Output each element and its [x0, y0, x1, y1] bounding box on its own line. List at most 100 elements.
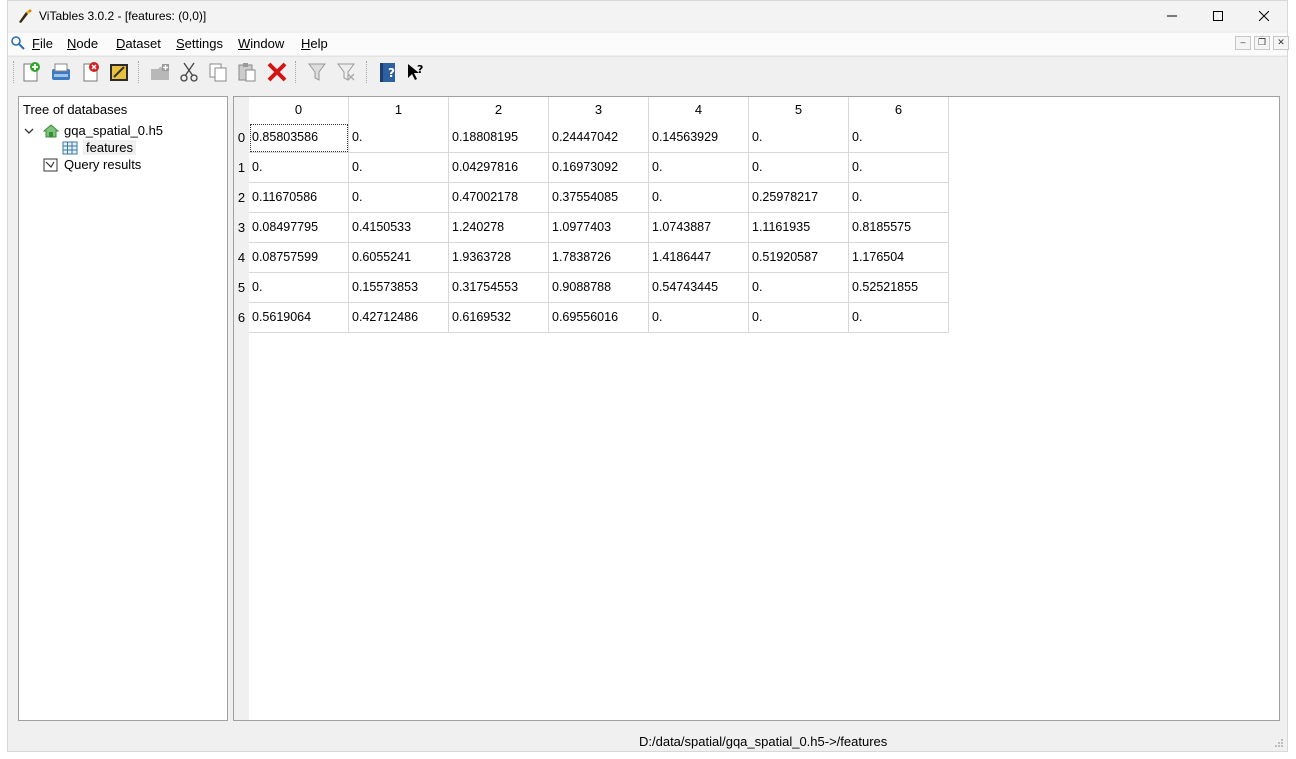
- table-cell[interactable]: 0.: [849, 303, 949, 333]
- table-cell[interactable]: 1.4186447: [649, 243, 749, 273]
- table-cell[interactable]: 0.: [249, 153, 349, 183]
- delete-queries-button[interactable]: [334, 60, 358, 84]
- table-cell[interactable]: 0.: [749, 153, 849, 183]
- table-cell[interactable]: 1.1161935: [749, 213, 849, 243]
- column-header-cell[interactable]: 0: [249, 97, 349, 123]
- column-header-cell[interactable]: 4: [649, 97, 749, 123]
- subwindow-minimize-button[interactable]: –: [1235, 36, 1251, 50]
- table-cell[interactable]: 0.5619064: [249, 303, 349, 333]
- column-header-cell[interactable]: 2: [449, 97, 549, 123]
- open-file-button[interactable]: [49, 60, 73, 84]
- table-cell[interactable]: 0.: [349, 123, 449, 153]
- table-cell[interactable]: 0.47002178: [449, 183, 549, 213]
- close-button[interactable]: [1241, 1, 1287, 31]
- row-header-cell[interactable]: 2: [234, 183, 249, 213]
- subwindow-close-button[interactable]: ✕: [1273, 36, 1289, 50]
- new-group-button[interactable]: [148, 60, 172, 84]
- table-cell[interactable]: 0.31754553: [449, 273, 549, 303]
- table-cell[interactable]: 0.37554085: [549, 183, 649, 213]
- table-row: 2 0.11670586 0. 0.47002178 0.37554085 0. 0.259…: [234, 183, 949, 213]
- table-cell[interactable]: 0.54743445: [649, 273, 749, 303]
- table-cell[interactable]: 1.0977403: [549, 213, 649, 243]
- menu-help[interactable]: Help: [301, 36, 328, 51]
- users-guide-button[interactable]: ?: [375, 60, 399, 84]
- column-header-cell[interactable]: 5: [749, 97, 849, 123]
- table-cell[interactable]: 0.9088788: [549, 273, 649, 303]
- table-cell[interactable]: 0.: [849, 123, 949, 153]
- table-cell[interactable]: 1.0743887: [649, 213, 749, 243]
- table-cell[interactable]: 1.176504: [849, 243, 949, 273]
- tree-item-query-results[interactable]: Query results: [43, 156, 141, 173]
- menu-window[interactable]: Window: [238, 36, 284, 51]
- row-header-cell[interactable]: 6: [234, 303, 249, 333]
- query-results-icon: [43, 158, 58, 171]
- delete-button[interactable]: [265, 60, 289, 84]
- chevron-down-icon[interactable]: [24, 126, 34, 136]
- menu-settings[interactable]: Settings: [176, 36, 223, 51]
- minimize-button[interactable]: [1149, 1, 1195, 31]
- table-cell[interactable]: 0.85803586: [249, 123, 349, 153]
- table-cell[interactable]: 0.24447042: [549, 123, 649, 153]
- subwindow-restore-button[interactable]: ❐: [1254, 36, 1270, 50]
- table-cell[interactable]: 0.6055241: [349, 243, 449, 273]
- table-cell[interactable]: 0.: [649, 183, 749, 213]
- table-cell[interactable]: 1.7838726: [549, 243, 649, 273]
- menu-dataset[interactable]: Dataset: [116, 36, 161, 51]
- table-cell[interactable]: 0.: [649, 303, 749, 333]
- resize-grip-icon[interactable]: [1274, 738, 1284, 748]
- table-cell[interactable]: 0.: [349, 183, 449, 213]
- table-cell[interactable]: 0.04297816: [449, 153, 549, 183]
- column-header-cell[interactable]: 1: [349, 97, 449, 123]
- column-header-cell[interactable]: 6: [849, 97, 949, 123]
- cut-button[interactable]: [177, 60, 201, 84]
- table-cell[interactable]: 0.25978217: [749, 183, 849, 213]
- table-cell[interactable]: 0.8185575: [849, 213, 949, 243]
- table-cell[interactable]: 0.: [649, 153, 749, 183]
- copy-button[interactable]: [206, 60, 230, 84]
- close-icon: [1259, 11, 1269, 21]
- close-file-button[interactable]: [79, 60, 103, 84]
- menu-file[interactable]: File: [32, 36, 53, 51]
- table-cell[interactable]: 1.9363728: [449, 243, 549, 273]
- save-as-button[interactable]: [107, 60, 131, 84]
- paste-button[interactable]: [235, 60, 259, 84]
- table-cell[interactable]: 0.08497795: [249, 213, 349, 243]
- table-cell[interactable]: 0.69556016: [549, 303, 649, 333]
- table-cell[interactable]: 0.14563929: [649, 123, 749, 153]
- table-cell[interactable]: 0.42712486: [349, 303, 449, 333]
- row-header-cell[interactable]: 3: [234, 213, 249, 243]
- row-header-cell[interactable]: 0: [234, 123, 249, 153]
- table-cell[interactable]: 1.240278: [449, 213, 549, 243]
- new-file-button[interactable]: [19, 60, 43, 84]
- table-cell[interactable]: 0.51920587: [749, 243, 849, 273]
- row-header-cell[interactable]: 5: [234, 273, 249, 303]
- table-cell[interactable]: 0.: [849, 153, 949, 183]
- table-row: 3 0.08497795 0.4150533 1.240278 1.0977403 1.0…: [234, 213, 949, 243]
- table-view-icon: [11, 36, 25, 50]
- table-cell[interactable]: 0.15573853: [349, 273, 449, 303]
- table-cell[interactable]: 0.: [749, 273, 849, 303]
- query-button[interactable]: [305, 60, 329, 84]
- tree-item-file[interactable]: gqa_spatial_0.h5: [24, 122, 163, 139]
- table-cell[interactable]: 0.: [249, 273, 349, 303]
- table-cell[interactable]: 0.6169532: [449, 303, 549, 333]
- whats-this-button[interactable]: ?: [404, 60, 428, 84]
- table-cell[interactable]: 0.: [749, 303, 849, 333]
- tree-item-features[interactable]: features: [62, 139, 136, 156]
- table-cell[interactable]: 0.: [349, 153, 449, 183]
- table-row: 5 0. 0.15573853 0.31754553 0.9088788 0.547434…: [234, 273, 949, 303]
- table-cell[interactable]: 0.11670586: [249, 183, 349, 213]
- new-group-icon: [151, 64, 169, 80]
- table-cell[interactable]: 0.4150533: [349, 213, 449, 243]
- row-header-cell[interactable]: 1: [234, 153, 249, 183]
- row-header-cell[interactable]: 4: [234, 243, 249, 273]
- table-cell[interactable]: 0.: [749, 123, 849, 153]
- table-cell[interactable]: 0.: [849, 183, 949, 213]
- table-cell[interactable]: 0.08757599: [249, 243, 349, 273]
- column-header-cell[interactable]: 3: [549, 97, 649, 123]
- maximize-button[interactable]: [1195, 1, 1241, 31]
- table-cell[interactable]: 0.16973092: [549, 153, 649, 183]
- menu-node[interactable]: Node: [67, 36, 98, 51]
- table-cell[interactable]: 0.52521855: [849, 273, 949, 303]
- table-cell[interactable]: 0.18808195: [449, 123, 549, 153]
